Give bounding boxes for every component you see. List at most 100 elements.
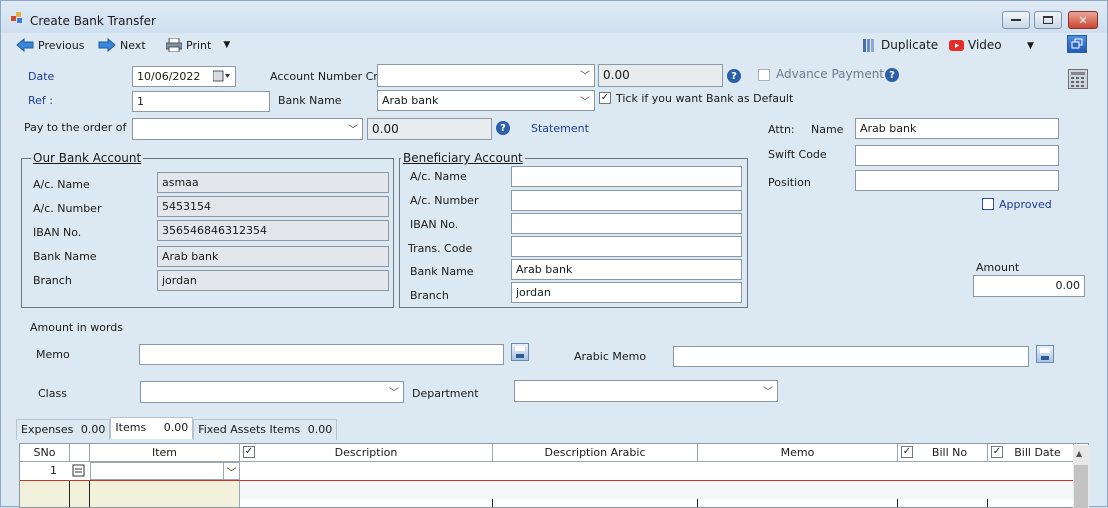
floppy-disk-icon — [515, 346, 525, 358]
duplicate-button[interactable]: Duplicate — [863, 38, 938, 52]
class-select[interactable]: ﹀ — [140, 381, 404, 403]
column-header-item[interactable]: Item — [90, 444, 240, 462]
item-cell[interactable] — [90, 481, 240, 507]
minimize-button[interactable] — [1002, 11, 1030, 29]
attn-name-field[interactable]: Arab bank — [855, 118, 1059, 139]
chevron-down-icon[interactable]: ﹀ — [223, 463, 239, 479]
restore-icon — [1071, 38, 1083, 49]
amount-field[interactable]: 0.00 — [973, 275, 1085, 297]
our-ac-number-value: 5453154 — [162, 200, 211, 213]
duplicate-label: Duplicate — [881, 38, 939, 52]
restore-window-button[interactable] — [1067, 35, 1087, 53]
next-button[interactable]: Next — [98, 38, 146, 52]
column-header-blank — [70, 444, 90, 462]
arabic-memo-save-button[interactable] — [1036, 345, 1054, 363]
swift-code-field[interactable] — [855, 145, 1059, 166]
help-icon[interactable]: ? — [727, 69, 741, 83]
ben-iban-field[interactable] — [511, 213, 742, 234]
column-header-description[interactable]: ✓ Description — [240, 444, 493, 462]
print-button[interactable]: Print ▼ — [166, 38, 230, 52]
ben-branch-value: jordan — [516, 286, 551, 299]
blank-cell — [70, 481, 90, 507]
chevron-down-icon: ﹀ — [389, 388, 399, 399]
our-ac-number-field: 5453154 — [157, 196, 389, 217]
maximize-icon — [1043, 16, 1053, 24]
scroll-thumb[interactable] — [1074, 465, 1088, 508]
item-select[interactable]: ﹀ — [90, 462, 240, 480]
approved-label: Approved — [999, 198, 1052, 211]
calculator-button[interactable] — [1068, 69, 1088, 89]
video-dropdown-icon[interactable]: ▼ — [1027, 41, 1034, 51]
ben-bank-name-field[interactable]: Arab bank — [511, 259, 742, 280]
our-iban-value: 356546846312354 — [162, 224, 267, 237]
column-memo-label: Memo — [780, 446, 815, 459]
pay-order-help-icon[interactable]: ? — [496, 121, 510, 135]
our-bank-account-title: Our Bank Account — [31, 151, 144, 165]
bill-date-select-checkbox[interactable]: ✓ — [991, 446, 1003, 458]
column-header-bill-no[interactable]: ✓ Bill No — [898, 444, 988, 462]
memo-field[interactable] — [139, 344, 504, 365]
statement-link[interactable]: Statement — [531, 122, 589, 135]
department-label: Department — [412, 387, 479, 400]
pay-order-select[interactable]: ﹀ — [132, 118, 363, 140]
ben-branch-label: Branch — [410, 289, 449, 302]
calendar-dropdown-icon[interactable] — [212, 70, 231, 85]
ben-ac-number-field[interactable] — [511, 190, 742, 211]
close-button[interactable]: ✕ — [1068, 11, 1098, 29]
attn-label: Attn: — [768, 123, 795, 136]
account-cr-select[interactable]: ﹀ — [377, 64, 595, 87]
tab-expenses[interactable]: Expenses 0.00 — [16, 419, 111, 440]
tab-fixed-assets[interactable]: Fixed Assets Items 0.00 — [193, 419, 338, 440]
row-sno: 1 — [50, 464, 57, 477]
print-dropdown-icon[interactable]: ▼ — [223, 40, 230, 50]
ben-ac-name-label: A/c. Name — [410, 170, 467, 183]
youtube-icon — [949, 39, 964, 51]
column-header-memo[interactable]: Memo — [698, 444, 898, 462]
ben-ac-name-field[interactable] — [511, 166, 742, 187]
ben-branch-field[interactable]: jordan — [511, 282, 742, 303]
position-label: Position — [768, 176, 811, 189]
column-header-description-arabic[interactable]: Description Arabic — [493, 444, 698, 462]
previous-button[interactable]: Previous — [16, 38, 85, 52]
grid-empty-row — [240, 481, 1074, 499]
column-description-arabic-label: Description Arabic — [544, 446, 646, 459]
memo-label: Memo — [36, 348, 70, 361]
description-select-checkbox[interactable]: ✓ — [243, 446, 255, 458]
position-field[interactable] — [855, 170, 1059, 191]
ben-trans-code-field[interactable] — [511, 236, 742, 257]
video-label: Video — [968, 38, 1002, 52]
department-select[interactable]: ﹀ — [514, 380, 778, 402]
tab-items-amount: 0.00 — [163, 421, 189, 434]
tab-fixed-assets-amount: 0.00 — [307, 423, 333, 436]
column-bill-no-label: Bill No — [931, 446, 968, 459]
column-header-bill-date[interactable]: ✓ Bill Date — [988, 444, 1074, 462]
pay-order-amount-value: 0.00 — [372, 122, 399, 136]
advance-payment-help-icon[interactable]: ? — [885, 68, 899, 82]
table-row[interactable]: 1 ﹀ — [20, 462, 1074, 481]
row-edit-icon[interactable] — [72, 463, 86, 480]
sno-cell[interactable] — [20, 481, 70, 507]
ref-field[interactable]: 1 — [132, 91, 270, 112]
scroll-up-icon[interactable]: ▲ — [1076, 449, 1082, 458]
tab-expenses-label: Expenses — [21, 423, 74, 436]
tab-items[interactable]: Items 0.00 — [110, 417, 194, 439]
maximize-button[interactable] — [1034, 11, 1062, 29]
pay-order-amount: 0.00 — [367, 118, 492, 140]
our-iban-label: IBAN No. — [33, 226, 82, 239]
date-field[interactable]: 10/06/2022 — [132, 66, 236, 87]
approved-checkbox[interactable] — [982, 198, 994, 210]
bank-default-checkbox[interactable]: ✓ — [599, 92, 611, 104]
swift-code-label: Swift Code — [768, 148, 827, 161]
bank-name-select[interactable]: Arab bank ﹀ — [377, 90, 595, 111]
bill-no-select-checkbox[interactable]: ✓ — [901, 446, 913, 458]
video-button[interactable]: Video — [949, 38, 1002, 52]
window-title: Create Bank Transfer — [30, 14, 156, 28]
column-header-sno[interactable]: SNo — [20, 444, 70, 462]
attn-name-label: Name — [811, 123, 844, 136]
advance-payment-checkbox[interactable] — [758, 69, 770, 81]
our-ac-name-label: A/c. Name — [33, 178, 90, 191]
grid-vertical-scrollbar[interactable]: ▲ — [1073, 445, 1089, 508]
arabic-memo-field[interactable] — [673, 346, 1029, 367]
close-icon: ✕ — [1078, 13, 1088, 27]
memo-save-button[interactable] — [511, 343, 529, 361]
